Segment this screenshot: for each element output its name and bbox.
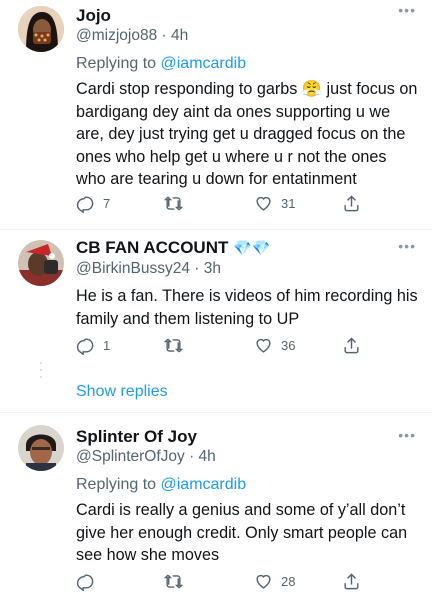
show-replies-link[interactable]: Show replies — [76, 383, 168, 401]
user-handle[interactable]: @BirkinBussy24 — [76, 260, 190, 277]
retweet-button[interactable] — [164, 194, 191, 213]
tweet[interactable]: Splinter Of Joy @SplinterOfJoy · 4h Repl… — [0, 413, 432, 600]
reply-button[interactable] — [76, 572, 103, 591]
tweet-text-part: Cardi stop responding to garbs — [76, 80, 302, 98]
retweet-icon — [164, 196, 183, 211]
retweet-button[interactable] — [164, 572, 191, 591]
reply-icon — [76, 574, 94, 591]
emoji: 😤 — [301, 80, 323, 98]
tweet-actions: 1 36 — [76, 336, 366, 356]
thread-dots — [40, 362, 42, 383]
reply-button[interactable]: 1 — [76, 336, 110, 355]
reply-button[interactable]: 7 — [76, 194, 110, 213]
share-button[interactable] — [342, 336, 361, 355]
retweet-button[interactable] — [164, 336, 191, 355]
reply-count: 1 — [103, 338, 111, 353]
tweet-text: Cardi is really a genius and some of y’a… — [76, 501, 408, 564]
like-button[interactable]: 28 — [254, 572, 295, 591]
tweet-actions: 7 31 — [76, 194, 366, 214]
like-count: 28 — [281, 574, 296, 589]
share-icon — [344, 337, 359, 354]
heart-icon — [256, 574, 271, 589]
tweet[interactable]: CB FAN ACCOUNT 💎💎 @BirkinBussy24 · 3h He… — [0, 230, 432, 410]
timestamp[interactable]: · 4h — [162, 27, 189, 44]
heart-icon — [256, 196, 271, 211]
more-options-icon[interactable]: ••• — [398, 2, 416, 18]
replying-to: Replying to @iamcardib — [76, 54, 418, 74]
replying-prefix: Replying to — [76, 55, 161, 72]
avatar[interactable] — [18, 240, 64, 286]
replying-prefix: Replying to — [76, 476, 161, 493]
like-count: 31 — [281, 196, 296, 211]
reply-icon — [76, 338, 94, 355]
user-handle[interactable]: @mizjojo88 — [76, 27, 157, 44]
tweet-actions: 28 — [76, 572, 366, 592]
replying-to-handle[interactable]: @iamcardib — [161, 476, 247, 493]
timestamp[interactable]: · 4h — [189, 448, 216, 465]
reply-count: 7 — [103, 196, 111, 211]
like-button[interactable]: 36 — [254, 336, 295, 355]
share-icon — [344, 573, 359, 590]
share-button[interactable] — [342, 194, 361, 213]
more-options-icon[interactable]: ••• — [398, 238, 416, 254]
replying-to-handle[interactable]: @iamcardib — [161, 55, 247, 72]
replying-to: Replying to @iamcardib — [76, 475, 418, 495]
avatar[interactable] — [18, 6, 64, 52]
heart-icon — [256, 338, 271, 353]
user-handle[interactable]: @SplinterOfJoy — [76, 448, 185, 465]
share-icon — [344, 195, 359, 212]
avatar[interactable] — [18, 425, 64, 471]
retweet-icon — [164, 574, 183, 589]
tweet[interactable]: Jojo @mizjojo88 · 4h Replying to @iamcar… — [0, 0, 432, 232]
tweet-text: Cardi stop responding to garbs 😤 just fo… — [76, 78, 418, 191]
retweet-icon — [164, 338, 183, 353]
display-name[interactable]: CB FAN ACCOUNT — [76, 238, 228, 257]
display-name[interactable]: Splinter Of Joy — [76, 427, 418, 447]
tweet-text: He is a fan. There is videos of him reco… — [76, 287, 418, 328]
like-button[interactable]: 31 — [254, 194, 295, 213]
more-options-icon[interactable]: ••• — [398, 427, 416, 443]
like-count: 36 — [281, 338, 296, 353]
share-button[interactable] — [342, 572, 361, 591]
timestamp[interactable]: · 3h — [194, 260, 221, 277]
display-name[interactable]: Jojo — [76, 6, 418, 26]
diamond-emoji-badges: 💎💎 — [233, 240, 271, 257]
reply-icon — [76, 196, 94, 213]
display-name-row: CB FAN ACCOUNT 💎💎 — [76, 238, 418, 259]
